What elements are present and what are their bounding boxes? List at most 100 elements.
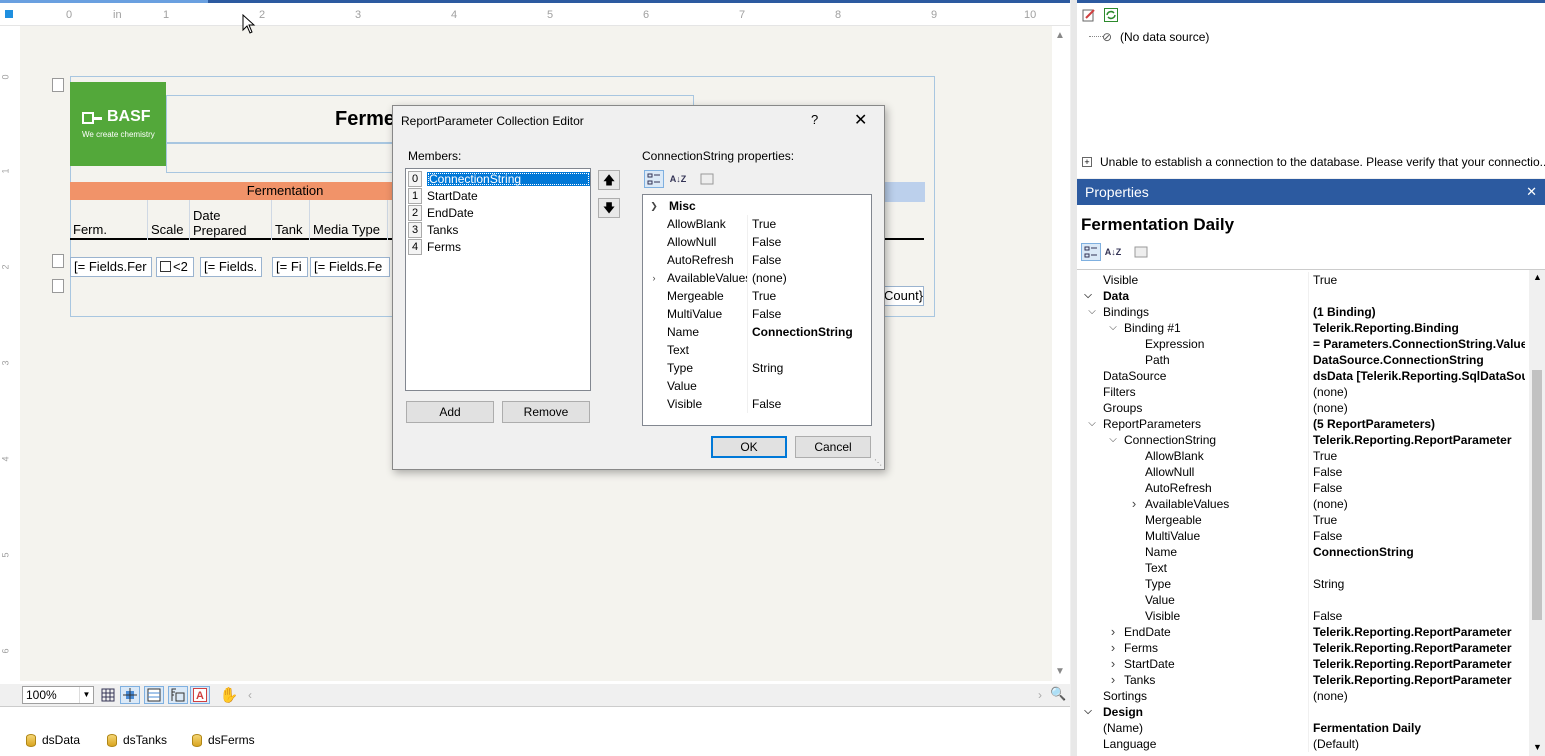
property-value[interactable]: (none) [1309,384,1525,400]
snap-to-lines-button[interactable] [144,686,164,704]
detail-field-date[interactable]: [= Fields. [200,257,262,277]
chevron-down-icon[interactable]: ⌵ [1087,304,1097,320]
categorized-button[interactable] [1081,243,1101,261]
chevron-right-icon[interactable]: › [1108,656,1118,672]
ok-button[interactable]: OK [711,436,787,458]
col-media-type[interactable]: Media Type [310,200,388,240]
property-row[interactable]: Path DataSource.ConnectionString [1077,352,1545,368]
property-value[interactable]: (none) [1309,400,1525,416]
property-value[interactable]: ConnectionString [748,323,853,341]
move-up-button[interactable]: 🡅 [598,170,620,190]
property-row[interactable]: AllowNull False [643,233,871,251]
chevron-down-icon[interactable]: ❯ [649,197,659,215]
footer-count-field[interactable]: Count} [880,286,924,306]
property-row[interactable]: MultiValue False [1077,528,1545,544]
property-value[interactable]: False [1309,528,1525,544]
property-row[interactable]: Name ConnectionString [643,323,871,341]
property-row[interactable]: Text [1077,560,1545,576]
property-value[interactable]: Fermentation Daily [1309,720,1525,736]
scroll-left-icon[interactable]: ‹ [248,688,252,702]
move-down-button[interactable]: 🡇 [598,198,620,218]
property-value[interactable]: DataSource.ConnectionString [1309,352,1525,368]
property-value[interactable]: True [1309,512,1525,528]
property-value[interactable]: (1 Binding) [1309,304,1525,320]
grid-toggle-button[interactable] [98,686,118,704]
property-value[interactable]: False [1309,464,1525,480]
property-value[interactable]: False [748,395,781,413]
scroll-up-icon[interactable]: ▲ [1533,272,1542,282]
members-list[interactable]: 0 ConnectionString 1 StartDate 2 EndDate… [405,168,591,391]
property-value[interactable]: (none) [748,269,787,287]
col-scale[interactable]: Scale [148,200,190,240]
canvas-horizontal-scrollbar[interactable]: ‹ › [248,688,1048,702]
property-row[interactable]: MultiValue False [643,305,871,323]
property-row[interactable]: AutoRefresh False [1077,480,1545,496]
property-grid-scrollbar[interactable]: ▲ ▼ [1529,270,1545,756]
basf-logo[interactable]: BASF We create chemistry [70,82,166,166]
chevron-right-icon[interactable]: › [1108,624,1118,640]
zoom-combo[interactable]: 100% ▼ [22,686,94,704]
property-value[interactable]: (none) [1309,496,1525,512]
property-value[interactable]: True [1309,272,1525,288]
property-row[interactable]: ⌵ Bindings (1 Binding) [1077,304,1545,320]
property-value[interactable]: (none) [1309,688,1525,704]
property-row[interactable]: Mergeable True [643,287,871,305]
close-icon[interactable]: ✕ [854,110,867,130]
col-tank[interactable]: Tank [272,200,310,240]
close-icon[interactable]: ✕ [1526,179,1537,205]
property-value[interactable]: (5 ReportParameters) [1309,416,1525,432]
property-value[interactable]: String [748,359,783,377]
property-row[interactable]: Text [643,341,871,359]
snap-to-grid-button[interactable] [120,686,140,704]
categorized-button[interactable] [644,170,664,188]
property-value[interactable]: dsData [Telerik.Reporting.SqlDataSource] [1309,368,1525,384]
scroll-right-icon[interactable]: › [1038,688,1042,702]
chevron-right-icon[interactable]: › [1108,672,1118,688]
dialog-property-grid[interactable]: ❯ Misc AllowBlank True AllowNull False AutoR… [642,194,872,426]
detail-field-ferm[interactable]: [= Fields.Fer [70,257,152,277]
property-value[interactable]: Telerik.Reporting.Binding [1309,320,1525,336]
property-row[interactable]: (Name) Fermentation Daily [1077,720,1545,736]
component-dsferms[interactable]: dsFerms [192,733,255,747]
chevron-right-icon[interactable]: › [649,269,659,287]
property-row[interactable]: Visible False [643,395,871,413]
scroll-down-icon[interactable]: ▼ [1055,666,1065,677]
property-row[interactable]: › EndDate Telerik.Reporting.ReportParamete… [1077,624,1545,640]
property-row[interactable]: Value [1077,592,1545,608]
property-row[interactable]: Filters (none) [1077,384,1545,400]
property-value[interactable]: False [748,233,781,251]
property-category[interactable]: ⌵ Design [1077,704,1545,720]
property-row[interactable]: Groups (none) [1077,400,1545,416]
property-row[interactable]: › StartDate Telerik.Reporting.ReportParame… [1077,656,1545,672]
property-row[interactable]: Value [643,377,871,395]
property-pages-button[interactable] [697,170,717,188]
member-item[interactable]: 1 StartDate [408,188,590,204]
cancel-button[interactable]: Cancel [795,436,871,458]
detail-field-media[interactable]: [= Fields.Fe [310,257,390,277]
group-band-blue[interactable] [885,182,925,202]
property-value[interactable]: False [748,305,781,323]
property-row[interactable]: AllowNull False [1077,464,1545,480]
property-value[interactable]: (Default) [1309,736,1525,752]
property-row[interactable]: DataSource dsData [Telerik.Reporting.SqlD… [1077,368,1545,384]
member-item[interactable]: 3 Tanks [408,222,590,238]
property-row[interactable]: Sortings (none) [1077,688,1545,704]
property-row[interactable]: ⌵ ReportParameters (5 ReportParameters) [1077,416,1545,432]
property-row[interactable]: › AvailableValues (none) [1077,496,1545,512]
add-button[interactable]: Add [406,401,494,423]
detail-band-icon[interactable] [52,254,64,268]
property-category[interactable]: ⌵ Data [1077,288,1545,304]
property-row[interactable]: Type String [1077,576,1545,592]
header-band-icon[interactable] [52,78,64,92]
refresh-button[interactable] [1101,6,1121,24]
scrollbar-thumb[interactable] [1532,370,1542,620]
property-row[interactable]: AllowBlank True [1077,448,1545,464]
member-item[interactable]: 0 ConnectionString [408,171,590,187]
property-row[interactable]: Expression = Parameters.ConnectionString.… [1077,336,1545,352]
detail-field-tank[interactable]: [= Fi [272,257,308,277]
scroll-down-icon[interactable]: ▼ [1533,742,1542,752]
property-row[interactable]: › AvailableValues (none) [643,269,871,287]
col-date-prepared[interactable]: Date Prepared [190,200,272,240]
property-row[interactable]: ⌵ ConnectionString Telerik.Reporting.Repor… [1077,432,1545,448]
remove-button[interactable]: Remove [502,401,590,423]
